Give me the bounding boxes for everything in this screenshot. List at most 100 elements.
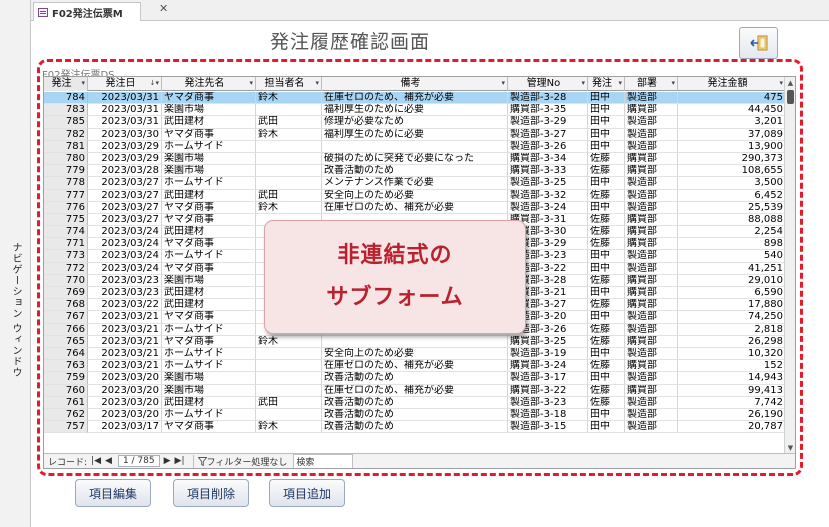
cell-order-date[interactable]: 2023/03/27 bbox=[88, 189, 162, 202]
cell-remarks[interactable]: 改善活動のため bbox=[322, 421, 508, 434]
cell-remarks[interactable]: 改善活動のため bbox=[322, 372, 508, 385]
cell-id[interactable]: 770 bbox=[44, 274, 88, 287]
cell-department[interactable]: 購買部 bbox=[625, 238, 678, 251]
cell-id[interactable]: 766 bbox=[44, 323, 88, 336]
cell-id[interactable]: 769 bbox=[44, 287, 88, 300]
cell-department[interactable]: 製造部 bbox=[625, 92, 678, 105]
cell-control-no[interactable]: 購買部-3-34 bbox=[508, 152, 588, 166]
cell-order-date[interactable]: 2023/03/24 bbox=[88, 262, 162, 275]
cell-department[interactable]: 製造部 bbox=[625, 128, 678, 141]
cell-supplier[interactable]: 楽園市場 bbox=[162, 104, 256, 117]
column-header-order-date[interactable]: 発注日 ↓▾ bbox=[88, 77, 162, 91]
cell-orderer[interactable]: 田中 bbox=[588, 287, 625, 300]
cell-supplier[interactable]: ヤマダ商事 bbox=[162, 128, 256, 141]
cell-supplier[interactable]: ホームサイド bbox=[162, 323, 256, 336]
cell-order-date[interactable]: 2023/03/31 bbox=[88, 104, 162, 117]
cell-remarks[interactable]: 在庫ゼロのため、補充が必要 bbox=[322, 384, 508, 397]
cell-supplier[interactable]: ホームサイド bbox=[162, 177, 256, 190]
navigation-pane-label-wrap[interactable]: ナビゲーション ウィンドウ bbox=[4, 230, 27, 390]
cell-order-date[interactable]: 2023/03/27 bbox=[88, 201, 162, 214]
cell-person[interactable] bbox=[256, 347, 322, 361]
cell-department[interactable]: 製造部 bbox=[625, 372, 678, 385]
cell-id[interactable]: 760 bbox=[44, 384, 88, 397]
table-row[interactable]: 760 2023/03/20 楽園市場 在庫ゼロのため、補充が必要 購買部-3-22 佐藤… bbox=[44, 384, 786, 397]
cell-control-no[interactable]: 製造部-3-18 bbox=[508, 408, 588, 422]
cell-id[interactable]: 763 bbox=[44, 360, 88, 373]
cell-remarks[interactable] bbox=[322, 140, 508, 153]
cell-control-no[interactable]: 製造部-3-26 bbox=[508, 140, 588, 153]
current-record-field[interactable]: 1 / 785 bbox=[117, 455, 160, 467]
cell-orderer[interactable]: 佐藤 bbox=[588, 189, 625, 202]
cell-department[interactable]: 購買部 bbox=[625, 165, 678, 178]
cell-supplier[interactable]: ホームサイド bbox=[162, 360, 256, 373]
table-row[interactable]: 764 2023/03/21 ホームサイド 安全向上のため必要 製造部-3-19 田中 製造… bbox=[44, 347, 786, 361]
cell-supplier[interactable]: ホームサイド bbox=[162, 347, 256, 361]
cell-orderer[interactable]: 田中 bbox=[588, 372, 625, 385]
cell-control-no[interactable]: 製造部-3-17 bbox=[508, 372, 588, 385]
cell-orderer[interactable]: 佐藤 bbox=[588, 226, 625, 239]
cell-control-no[interactable]: 購買部-3-25 bbox=[508, 335, 588, 348]
cell-remarks[interactable] bbox=[322, 335, 508, 348]
cell-person[interactable] bbox=[256, 152, 322, 166]
cell-amount[interactable]: 20,787 bbox=[678, 421, 786, 434]
table-row[interactable]: 762 2023/03/20 ホームサイド 改善活動のため 製造部-3-18 田中 製造部 2… bbox=[44, 408, 786, 422]
cell-id[interactable]: 775 bbox=[44, 213, 88, 227]
table-row[interactable]: 779 2023/03/28 楽園市場 改善活動のため 購買部-3-33 佐藤 購買部 108… bbox=[44, 165, 786, 178]
cell-department[interactable]: 製造部 bbox=[625, 250, 678, 263]
cell-amount[interactable]: 74,250 bbox=[678, 311, 786, 324]
cell-orderer[interactable]: 佐藤 bbox=[588, 152, 625, 166]
cell-remarks[interactable]: 改善活動のため bbox=[322, 408, 508, 422]
cell-department[interactable]: 製造部 bbox=[625, 189, 678, 202]
cell-department[interactable]: 購買部 bbox=[625, 152, 678, 166]
cell-id[interactable]: 764 bbox=[44, 347, 88, 361]
cell-person[interactable] bbox=[256, 372, 322, 385]
cell-control-no[interactable]: 製造部-3-19 bbox=[508, 347, 588, 361]
cell-id[interactable]: 785 bbox=[44, 116, 88, 129]
form-tab[interactable]: F02発注伝票M bbox=[33, 2, 141, 21]
cell-orderer[interactable]: 田中 bbox=[588, 201, 625, 214]
cell-amount[interactable]: 10,320 bbox=[678, 347, 786, 361]
cell-supplier[interactable]: ヤマダ商事 bbox=[162, 213, 256, 227]
cell-orderer[interactable]: 田中 bbox=[588, 262, 625, 275]
cell-remarks[interactable]: 福利厚生のために必要 bbox=[322, 128, 508, 141]
cell-order-date[interactable]: 2023/03/24 bbox=[88, 250, 162, 263]
cell-id[interactable]: 782 bbox=[44, 128, 88, 141]
table-row[interactable]: 778 2023/03/27 ホームサイド メンテナンス作業で必要 製造部-3-25 田中… bbox=[44, 177, 786, 190]
column-header-department[interactable]: 部署 ▾ bbox=[625, 77, 678, 91]
cell-amount[interactable]: 3,201 bbox=[678, 116, 786, 129]
cell-id[interactable]: 784 bbox=[44, 92, 88, 105]
cell-supplier[interactable]: 楽園市場 bbox=[162, 274, 256, 287]
cell-person[interactable] bbox=[256, 104, 322, 117]
cell-orderer[interactable]: 佐藤 bbox=[588, 165, 625, 178]
edit-item-button[interactable]: 項目編集 bbox=[75, 479, 151, 507]
cell-control-no[interactable]: 購買部-3-22 bbox=[508, 384, 588, 397]
exit-button[interactable] bbox=[739, 27, 778, 59]
cell-amount[interactable]: 3,500 bbox=[678, 177, 786, 190]
cell-control-no[interactable]: 購買部-3-33 bbox=[508, 165, 588, 178]
cell-supplier[interactable]: 武田建材 bbox=[162, 116, 256, 129]
table-row[interactable]: 780 2023/03/29 楽園市場 破損のために突発で必要になった 購買部-3-34… bbox=[44, 152, 786, 166]
cell-id[interactable]: 757 bbox=[44, 421, 88, 434]
cell-order-date[interactable]: 2023/03/23 bbox=[88, 274, 162, 287]
cell-person[interactable] bbox=[256, 140, 322, 153]
cell-amount[interactable]: 6,452 bbox=[678, 189, 786, 202]
cell-amount[interactable]: 17,880 bbox=[678, 299, 786, 312]
cell-supplier[interactable]: ヤマダ商事 bbox=[162, 92, 256, 105]
cell-orderer[interactable]: 田中 bbox=[588, 311, 625, 324]
cell-supplier[interactable]: 武田建材 bbox=[162, 226, 256, 239]
cell-supplier[interactable]: ヤマダ商事 bbox=[162, 262, 256, 275]
cell-orderer[interactable]: 田中 bbox=[588, 250, 625, 263]
cell-remarks[interactable]: 安全向上のため必要 bbox=[322, 189, 508, 202]
cell-amount[interactable]: 26,190 bbox=[678, 408, 786, 422]
cell-supplier[interactable]: ホームサイド bbox=[162, 250, 256, 263]
column-header-orderer[interactable]: 発注 ▾ bbox=[588, 77, 625, 91]
table-row[interactable]: 784 2023/03/31 ヤマダ商事 鈴木 在庫ゼロのため、補充が必要 製造部-3-2… bbox=[44, 92, 786, 105]
cell-department[interactable]: 製造部 bbox=[625, 262, 678, 275]
cell-person[interactable]: 鈴木 bbox=[256, 92, 322, 105]
cell-order-date[interactable]: 2023/03/21 bbox=[88, 311, 162, 324]
cell-supplier[interactable]: 楽園市場 bbox=[162, 152, 256, 166]
cell-orderer[interactable]: 田中 bbox=[588, 128, 625, 141]
cell-department[interactable]: 購買部 bbox=[625, 360, 678, 373]
cell-supplier[interactable]: 武田建材 bbox=[162, 299, 256, 312]
cell-amount[interactable]: 7,742 bbox=[678, 396, 786, 409]
